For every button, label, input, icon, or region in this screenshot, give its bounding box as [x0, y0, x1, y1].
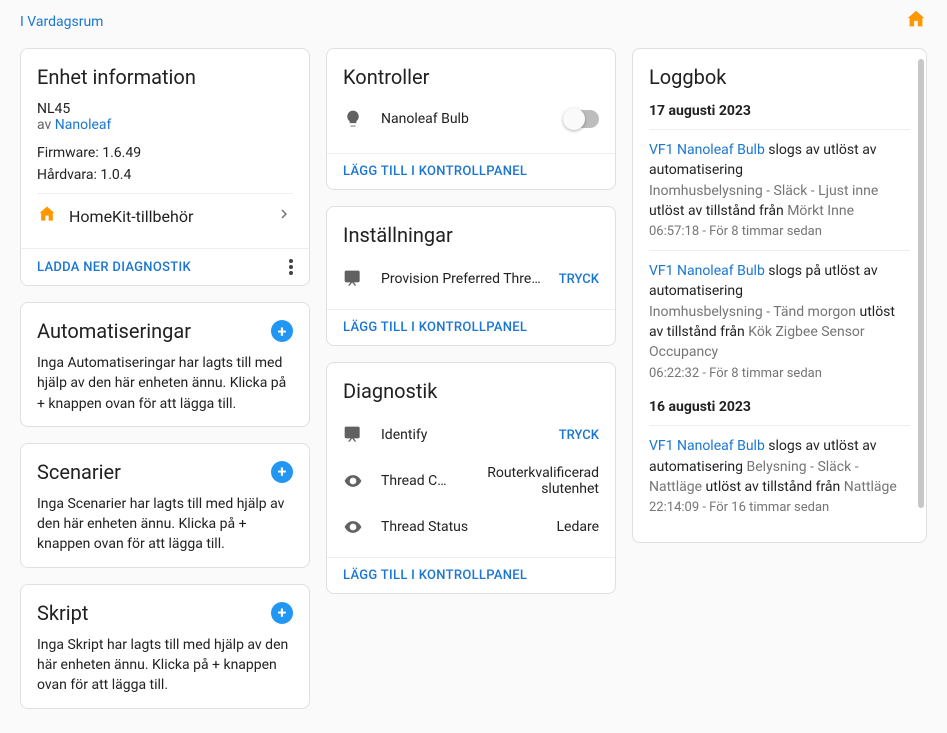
log-time: 06:57:18 - För 8 timmar sedan	[649, 223, 910, 242]
diag-label[interactable]: Thread Ca…	[381, 473, 453, 489]
gesture-icon	[343, 269, 365, 289]
scenes-empty-text: Inga Scenarier har lagts till med hjälp …	[37, 494, 293, 555]
integration-row[interactable]: HomeKit-tillbehör	[37, 193, 293, 238]
chevron-right-icon	[275, 205, 293, 227]
settings-row: Provision Preferred Threa… TRYCK	[343, 259, 599, 299]
log-entity-link[interactable]: VF1 Nanoleaf Bulb	[649, 438, 765, 454]
manufacturer-link[interactable]: Nanoleaf	[55, 117, 112, 133]
add-automation-button[interactable]: +	[271, 320, 293, 342]
device-info-card: Enhet information NL45 av Nanoleaf Firmw…	[20, 48, 310, 286]
hardware-row: Hårdvara: 1.0.4	[37, 167, 293, 183]
scenes-card: Scenarier + Inga Scenarier har lagts til…	[20, 443, 310, 568]
log-automation-link[interactable]: Inomhusbelysning - Tänd morgon	[649, 304, 856, 320]
integration-label: HomeKit-tillbehör	[69, 207, 193, 226]
log-time: 22:14:09 - För 16 timmar sedan	[649, 499, 910, 518]
log-entry: VF1 Nanoleaf Bulb slogs av utlöst av aut…	[649, 129, 910, 250]
control-entity-label[interactable]: Nanoleaf Bulb	[381, 111, 469, 127]
settings-card: Inställningar Provision Preferred Threa……	[326, 206, 616, 346]
settings-title: Inställningar	[343, 223, 599, 247]
gesture-icon	[343, 425, 365, 445]
entity-toggle[interactable]	[563, 110, 599, 128]
add-scene-button[interactable]: +	[271, 461, 293, 483]
log-entry: VF1 Nanoleaf Bulb slogs på utlöst av aut…	[649, 250, 910, 391]
device-model: NL45	[37, 101, 293, 117]
diagnostics-title: Diagnostik	[343, 379, 599, 403]
automations-title: Automatiseringar	[37, 319, 191, 343]
log-entity-link[interactable]: VF1 Nanoleaf Bulb	[649, 263, 765, 279]
log-entry: VF1 Nanoleaf Bulb slogs av utlöst av aut…	[649, 425, 910, 526]
log-date: 16 augusti 2023	[649, 399, 910, 415]
diag-row-identify: Identify TRYCK	[343, 415, 599, 455]
diag-label[interactable]: Thread Status	[381, 519, 540, 535]
log-state-link[interactable]: Nattläge	[844, 479, 897, 495]
log-automation-link[interactable]: Inomhusbelysning - Släck - Ljust inne	[649, 183, 878, 199]
scenes-title: Scenarier	[37, 460, 121, 484]
diag-value: Ledare	[556, 519, 599, 535]
automations-empty-text: Inga Automatiseringar har lagts till med…	[37, 353, 293, 414]
diag-press-button[interactable]: TRYCK	[559, 428, 599, 443]
settings-press-button[interactable]: TRYCK	[559, 272, 599, 287]
diagnostics-card: Diagnostik Identify TRYCK Thread Ca… Rou…	[326, 362, 616, 594]
log-state-link[interactable]: Mörkt Inne	[787, 203, 854, 219]
automations-card: Automatiseringar + Inga Automatiseringar…	[20, 302, 310, 427]
log-time: 06:22:32 - För 8 timmar sedan	[649, 365, 910, 384]
controls-card: Kontroller Nanoleaf Bulb LÄGG TILL I KON…	[326, 48, 616, 190]
diag-row-thread-cap: Thread Ca… Routerkvalificerad slutenhet	[343, 455, 599, 507]
diag-label[interactable]: Identify	[381, 427, 543, 443]
firmware-row: Firmware: 1.6.49	[37, 145, 293, 161]
breadcrumb[interactable]: I Vardagsrum	[20, 14, 103, 30]
log-entity-link[interactable]: VF1 Nanoleaf Bulb	[649, 142, 765, 158]
logbook-title: Loggbok	[649, 65, 910, 89]
device-info-title: Enhet information	[37, 65, 293, 89]
diag-row-thread-status: Thread Status Ledare	[343, 507, 599, 547]
eye-icon	[343, 517, 365, 537]
add-to-dashboard-button[interactable]: LÄGG TILL I KONTROLLPANEL	[343, 164, 527, 179]
controls-title: Kontroller	[343, 65, 599, 89]
scrollbar[interactable]	[918, 59, 924, 532]
scripts-title: Skript	[37, 601, 88, 625]
settings-row-label[interactable]: Provision Preferred Threa…	[381, 271, 543, 287]
more-menu-button[interactable]	[289, 259, 293, 275]
diag-add-dashboard-button[interactable]: LÄGG TILL I KONTROLLPANEL	[343, 568, 527, 583]
settings-add-dashboard-button[interactable]: LÄGG TILL I KONTROLLPANEL	[343, 320, 527, 335]
homekit-icon	[37, 204, 57, 228]
scripts-empty-text: Inga Skript har lagts till med hjälp av …	[37, 635, 293, 696]
home-icon[interactable]	[905, 8, 927, 36]
logbook-card: Loggbok 17 augusti 2023 VF1 Nanoleaf Bul…	[632, 48, 927, 543]
eye-icon	[343, 471, 365, 491]
download-diagnostics-button[interactable]: LADDA NER DIAGNOSTIK	[37, 260, 191, 275]
lightbulb-icon	[343, 109, 365, 129]
device-manufacturer: av Nanoleaf	[37, 117, 293, 133]
add-script-button[interactable]: +	[271, 602, 293, 624]
log-date: 17 augusti 2023	[649, 103, 910, 119]
scripts-card: Skript + Inga Skript har lagts till med …	[20, 584, 310, 709]
control-entity-row: Nanoleaf Bulb	[343, 101, 599, 143]
diag-value: Routerkvalificerad slutenhet	[469, 465, 599, 497]
